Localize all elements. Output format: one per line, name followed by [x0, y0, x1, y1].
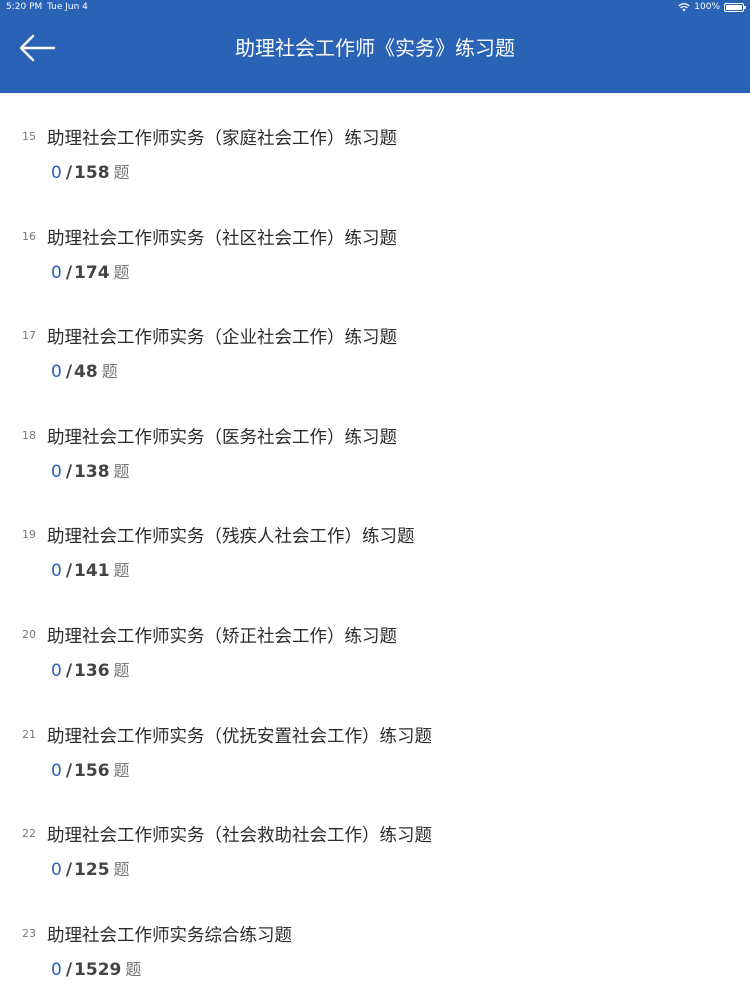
- item-progress: 0/156 题: [51, 757, 130, 781]
- done-count: 0: [51, 262, 62, 283]
- total-count: 158: [74, 163, 110, 183]
- total-count: 141: [74, 561, 110, 582]
- status-bar: 5:20 PM Tue Jun 4 100%: [0, 0, 750, 14]
- done-count: 0: [51, 561, 62, 582]
- item-number: 20: [22, 627, 36, 641]
- count-unit: 题: [113, 163, 130, 182]
- item-title: 助理社会工作师实务（残疾人社会工作）练习题: [47, 527, 415, 548]
- done-count: 0: [51, 760, 62, 781]
- done-count: 0: [51, 461, 62, 482]
- count-unit: 题: [113, 860, 130, 880]
- total-count: 156: [74, 760, 110, 781]
- item-number: 15: [22, 130, 36, 143]
- item-number: 19: [22, 528, 36, 542]
- done-count: 0: [51, 163, 62, 183]
- done-count: 0: [51, 959, 62, 980]
- item-title: 助理社会工作师实务（家庭社会工作）练习题: [47, 129, 397, 149]
- item-title: 助理社会工作师实务（社会救助社会工作）练习题: [47, 826, 432, 847]
- item-number: 22: [22, 827, 36, 841]
- count-unit: 题: [113, 561, 130, 581]
- item-title: 助理社会工作师实务（矫正社会工作）练习题: [47, 626, 397, 647]
- progress-separator: /: [65, 163, 73, 183]
- list-item[interactable]: 18 助理社会工作师实务（医务社会工作）练习题 0/138 题: [0, 392, 750, 492]
- list-item[interactable]: 20 助理社会工作师实务（矫正社会工作）练习题 0/136 题: [0, 591, 750, 691]
- app-header: 5:20 PM Tue Jun 4 100% 助理社会工作师《实务》练习题: [0, 0, 750, 93]
- item-progress: 0/158 题: [51, 159, 130, 183]
- battery-icon: [724, 2, 746, 12]
- item-title: 助理社会工作师实务（社区社会工作）练习题: [47, 228, 397, 249]
- item-progress: 0/138 题: [51, 458, 130, 482]
- progress-separator: /: [65, 362, 73, 383]
- item-progress: 0/48 题: [51, 358, 118, 382]
- total-count: 1529: [74, 959, 122, 980]
- navigation-bar: 助理社会工作师《实务》练习题: [0, 14, 750, 93]
- item-progress: 0/1529 题: [51, 956, 141, 980]
- exercise-list: 15 助理社会工作师实务（家庭社会工作）练习题 0/158 题 16 助理社会工作师实务（…: [0, 93, 750, 989]
- total-count: 174: [74, 262, 110, 283]
- list-item[interactable]: 23 助理社会工作师实务综合练习题 0/1529 题: [0, 890, 750, 990]
- list-item[interactable]: 19 助理社会工作师实务（残疾人社会工作）练习题 0/141 题: [0, 491, 750, 591]
- progress-separator: /: [65, 561, 73, 582]
- item-title: 助理社会工作师实务（企业社会工作）练习题: [47, 328, 397, 349]
- status-time: 5:20 PM: [6, 2, 43, 12]
- item-title: 助理社会工作师实务综合练习题: [47, 925, 292, 946]
- item-progress: 0/125 题: [51, 856, 130, 880]
- item-number: 18: [22, 428, 36, 442]
- item-progress: 0/136 题: [51, 657, 130, 681]
- total-count: 48: [74, 362, 98, 383]
- done-count: 0: [51, 860, 62, 881]
- wifi-icon: [678, 2, 690, 11]
- count-unit: 题: [113, 262, 130, 282]
- list-item[interactable]: 15 助理社会工作师实务（家庭社会工作）练习题 0/158 题: [0, 93, 750, 193]
- page-title: 助理社会工作师《实务》练习题: [235, 36, 515, 60]
- progress-separator: /: [65, 860, 73, 881]
- count-unit: 题: [113, 461, 130, 481]
- item-progress: 0/174 题: [51, 259, 130, 283]
- item-title: 助理社会工作师实务（医务社会工作）练习题: [47, 427, 397, 448]
- progress-separator: /: [65, 461, 73, 482]
- list-item[interactable]: 16 助理社会工作师实务（社区社会工作）练习题 0/174 题: [0, 193, 750, 293]
- back-arrow-icon: [19, 34, 56, 62]
- item-number: 21: [22, 727, 36, 741]
- total-count: 138: [74, 461, 110, 482]
- item-number: 23: [22, 926, 36, 940]
- list-item[interactable]: 21 助理社会工作师实务（优抚安置社会工作）练习题 0/156 题: [0, 691, 750, 791]
- list-item[interactable]: 22 助理社会工作师实务（社会救助社会工作）练习题 0/125 题: [0, 790, 750, 890]
- total-count: 136: [74, 660, 110, 681]
- total-count: 125: [74, 860, 110, 881]
- progress-separator: /: [65, 760, 73, 781]
- count-unit: 题: [113, 760, 130, 780]
- done-count: 0: [51, 660, 62, 681]
- count-unit: 题: [125, 959, 142, 979]
- item-title: 助理社会工作师实务（优抚安置社会工作）练习题: [47, 726, 432, 747]
- status-date: Tue Jun 4: [47, 2, 88, 12]
- battery-percent: 100%: [694, 2, 720, 12]
- list-item[interactable]: 17 助理社会工作师实务（企业社会工作）练习题 0/48 题: [0, 292, 750, 392]
- count-unit: 题: [101, 362, 118, 382]
- item-number: 17: [22, 329, 36, 343]
- item-progress: 0/141 题: [51, 557, 130, 581]
- status-right: 100%: [678, 0, 746, 14]
- progress-separator: /: [65, 262, 73, 283]
- progress-separator: /: [65, 660, 73, 681]
- done-count: 0: [51, 362, 62, 383]
- back-button[interactable]: [14, 28, 60, 68]
- item-number: 16: [22, 229, 36, 243]
- progress-separator: /: [65, 959, 73, 980]
- count-unit: 题: [113, 660, 130, 680]
